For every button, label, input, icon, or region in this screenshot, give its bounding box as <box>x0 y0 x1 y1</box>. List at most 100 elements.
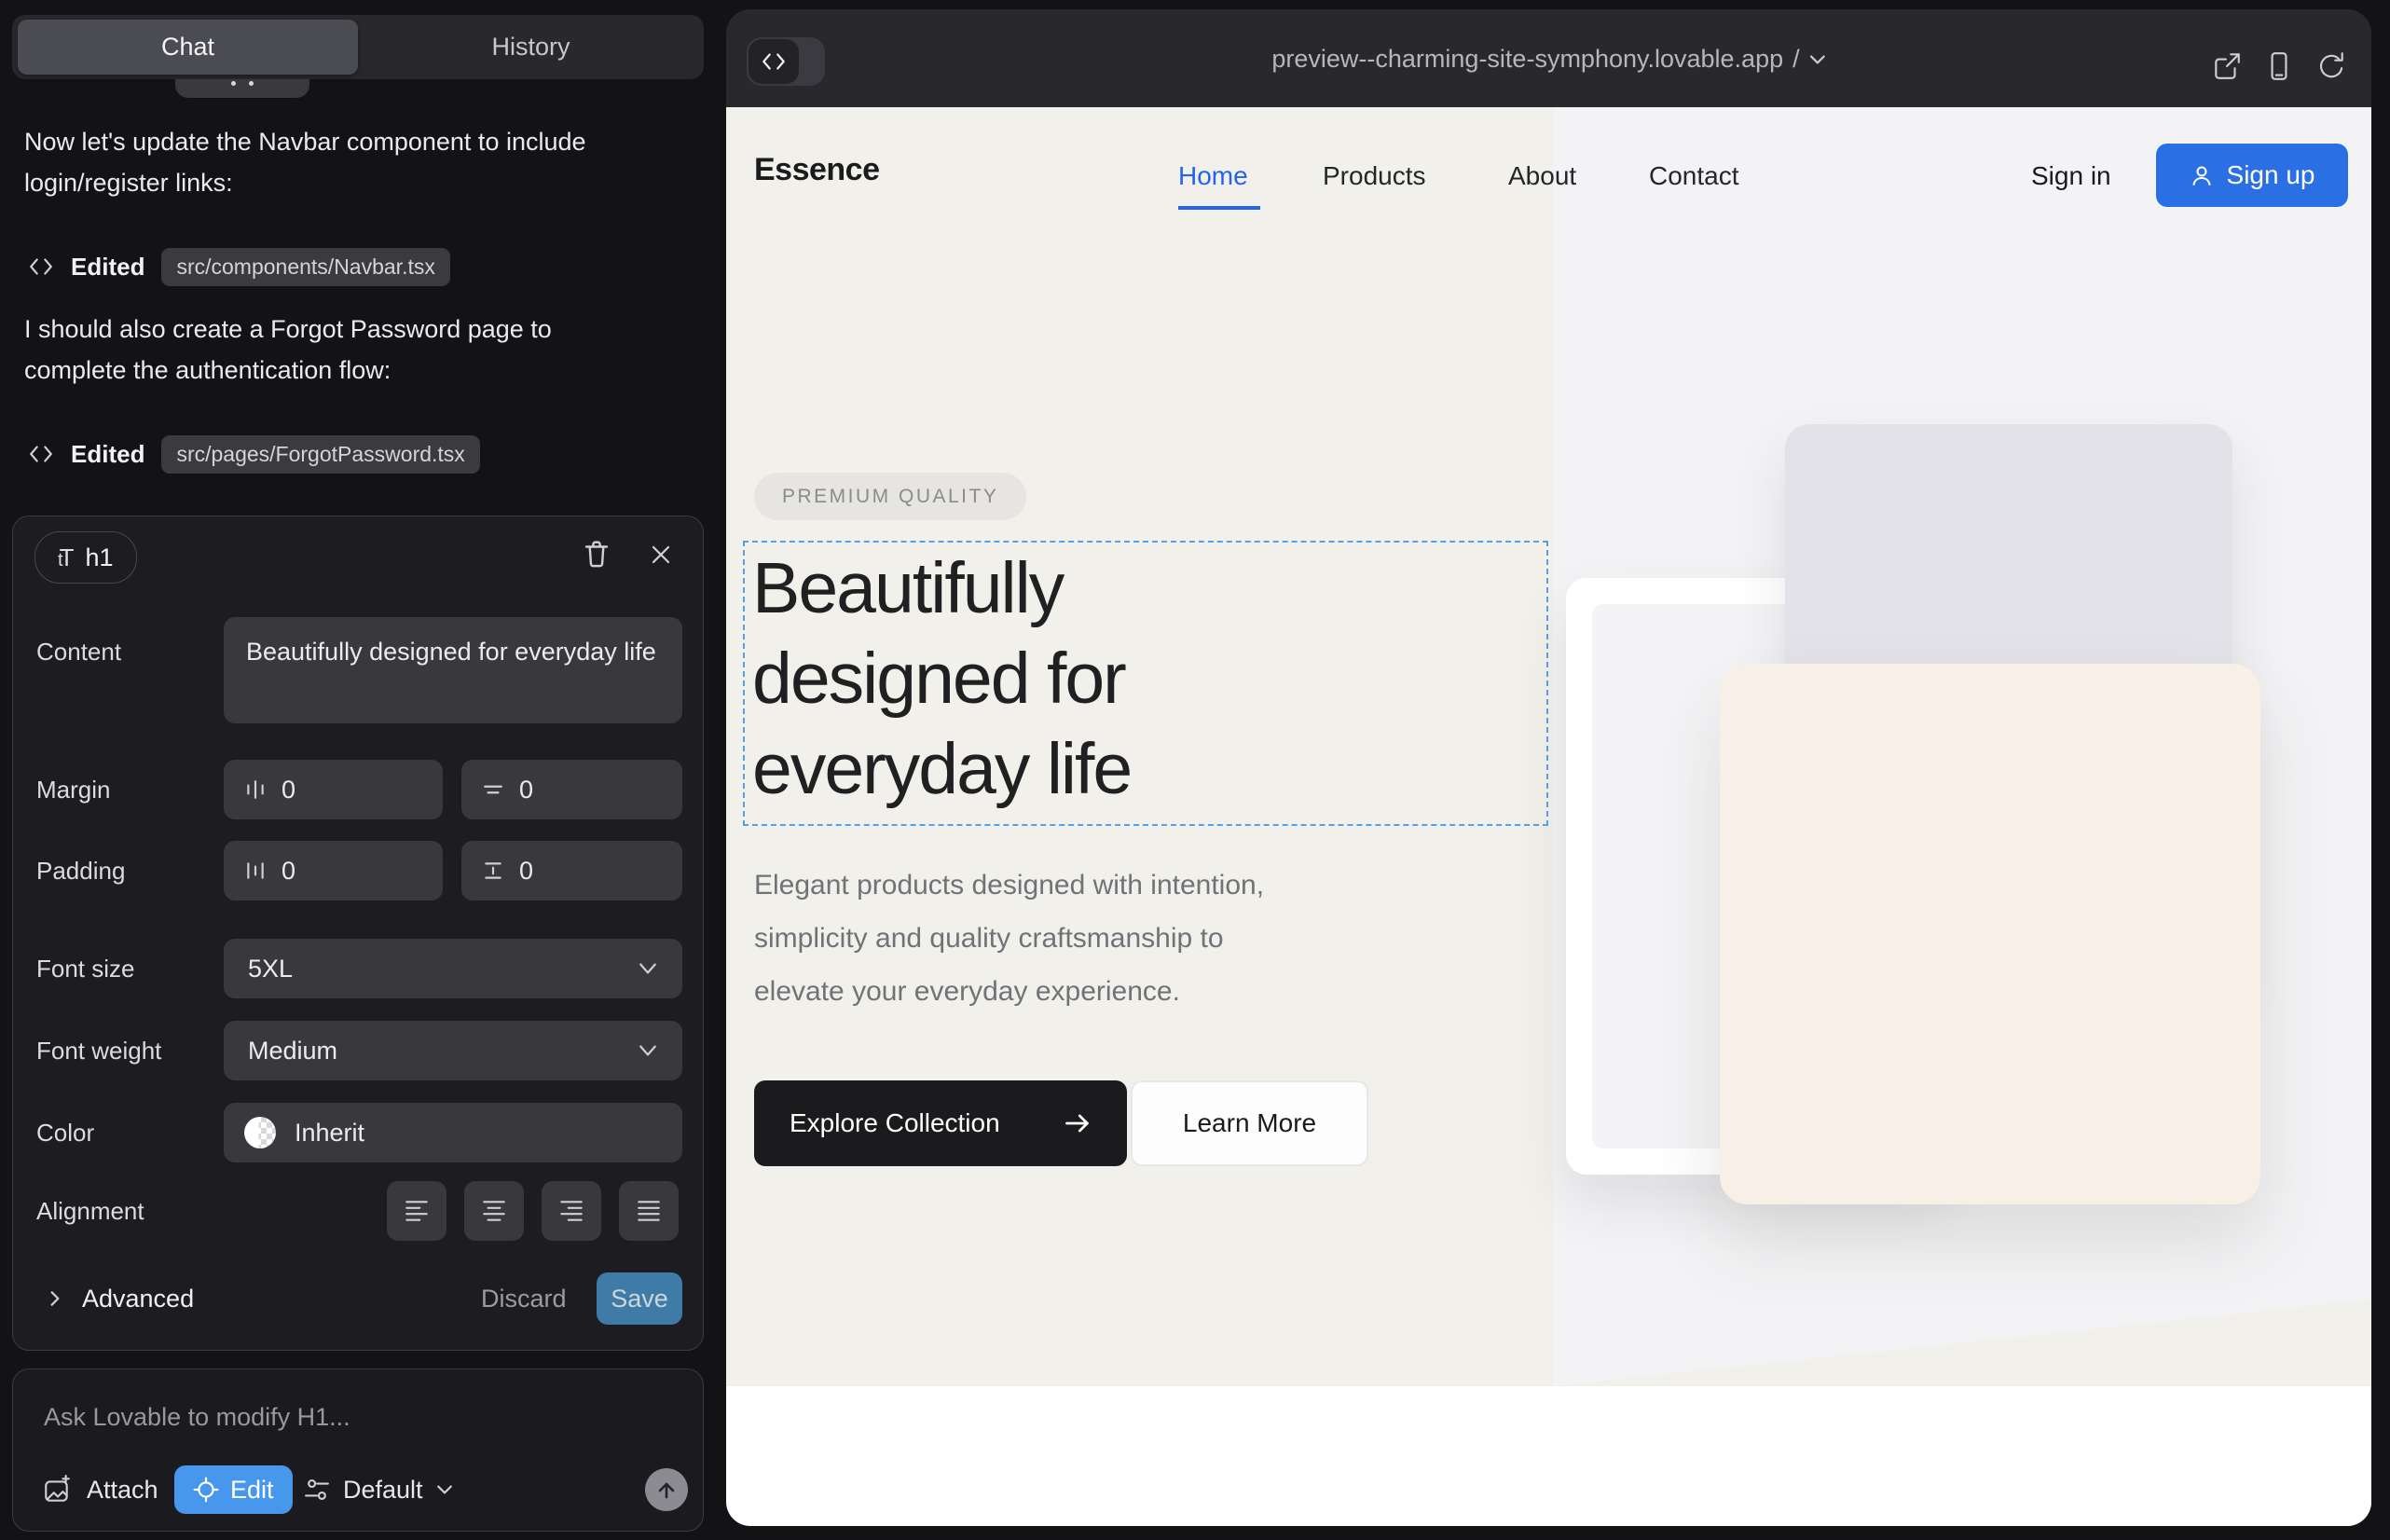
refresh-icon[interactable] <box>2315 50 2347 82</box>
edited-label: Edited <box>71 440 144 469</box>
attach-image-icon <box>42 1475 72 1505</box>
code-icon <box>760 50 788 73</box>
heading-line: everyday life <box>752 724 1131 815</box>
font-weight-select[interactable]: Medium <box>224 1021 682 1080</box>
align-justify-icon <box>635 1197 663 1225</box>
selected-element-chip[interactable]: tT h1 <box>34 531 137 584</box>
url-host: preview--charming-site-symphony.lovable.… <box>1271 45 1783 74</box>
premium-quality-badge: PREMIUM QUALITY <box>754 473 1026 520</box>
hero-paragraph: Elegant products designed with intention… <box>754 859 1264 1018</box>
element-tag: h1 <box>85 543 113 572</box>
site-brand[interactable]: Essence <box>754 152 880 188</box>
code-segment[interactable] <box>749 39 799 84</box>
sliders-icon <box>304 1477 330 1503</box>
nav-home-underline <box>1178 206 1260 210</box>
discard-button[interactable]: Discard <box>481 1272 567 1325</box>
paragraph-line: elevate your everyday experience. <box>754 965 1264 1018</box>
tab-chat[interactable]: Chat <box>18 20 358 75</box>
align-justify-button[interactable] <box>619 1181 679 1241</box>
nav-link-home[interactable]: Home <box>1178 161 1248 191</box>
sign-in-link[interactable]: Sign in <box>2031 161 2111 191</box>
padding-horizontal-icon <box>244 859 267 882</box>
color-label: Color <box>36 1119 94 1148</box>
nav-link-products[interactable]: Products <box>1323 161 1426 191</box>
padding-y-input[interactable]: 0 <box>461 841 682 901</box>
code-icon <box>28 443 54 465</box>
chevron-right-icon <box>47 1289 63 1308</box>
model-default-button[interactable]: Default <box>304 1465 453 1514</box>
advanced-toggle[interactable]: Advanced <box>47 1272 194 1325</box>
font-size-select[interactable]: 5XL <box>224 939 682 998</box>
delete-icon[interactable] <box>581 537 612 572</box>
preview-frame: preview--charming-site-symphony.lovable.… <box>726 9 2371 1526</box>
heading-line: designed for <box>752 634 1131 724</box>
edited-label: Edited <box>71 253 144 282</box>
dot <box>249 81 254 86</box>
chevron-down-icon <box>638 961 658 976</box>
content-textarea[interactable]: Beautifully designed for everyday life <box>224 617 682 723</box>
margin-x-input[interactable]: 0 <box>224 760 443 819</box>
align-left-button[interactable] <box>387 1181 446 1241</box>
arrow-right-icon <box>1064 1111 1092 1135</box>
type-icon: tT <box>58 543 74 572</box>
edited-file-row: Edited src/pages/ForgotPassword.tsx <box>28 433 480 475</box>
send-button[interactable] <box>645 1468 688 1511</box>
chevron-down-icon <box>638 1043 658 1058</box>
padding-label: Padding <box>36 857 125 886</box>
file-pill[interactable]: src/components/Navbar.tsx <box>161 248 449 286</box>
alignment-label: Alignment <box>36 1197 144 1226</box>
assistant-message: I should also create a Forgot Password p… <box>24 309 621 391</box>
chevron-down-icon <box>436 1483 453 1496</box>
font-weight-label: Font weight <box>36 1037 161 1066</box>
nav-link-about[interactable]: About <box>1508 161 1576 191</box>
site-preview: Essence Home Products About Contact Sign… <box>726 107 2371 1526</box>
code-icon <box>28 255 54 278</box>
margin-vertical-icon <box>482 778 504 801</box>
mobile-view-icon[interactable] <box>2263 50 2295 82</box>
chat-history-tabs: Chat History <box>12 15 704 79</box>
align-center-button[interactable] <box>464 1181 524 1241</box>
close-icon[interactable] <box>646 540 676 570</box>
align-right-button[interactable] <box>542 1181 601 1241</box>
font-size-label: Font size <box>36 955 135 983</box>
tab-history[interactable]: History <box>358 15 704 79</box>
user-icon <box>2190 163 2214 187</box>
nav-link-contact[interactable]: Contact <box>1649 161 1739 191</box>
element-editor-panel: tT h1 Content Beautifully designed for e… <box>12 516 704 1351</box>
decor-card-cream <box>1720 664 2260 1204</box>
align-left-icon <box>403 1197 431 1225</box>
open-in-new-icon[interactable] <box>2211 50 2243 82</box>
learn-more-button[interactable]: Learn More <box>1131 1080 1368 1166</box>
save-button[interactable]: Save <box>597 1272 682 1325</box>
url-separator: / <box>1792 45 1800 74</box>
code-preview-toggle[interactable] <box>747 37 825 86</box>
margin-y-input[interactable]: 0 <box>461 760 682 819</box>
paragraph-line: simplicity and quality craftsmanship to <box>754 912 1264 965</box>
sign-up-button[interactable]: Sign up <box>2156 144 2348 207</box>
paragraph-line: Elegant products designed with intention… <box>754 859 1264 912</box>
explore-collection-button[interactable]: Explore Collection <box>754 1080 1127 1166</box>
lovable-editor: Chat History Now let's update the Navbar… <box>0 0 2390 1540</box>
preview-url-dropdown[interactable]: preview--charming-site-symphony.lovable.… <box>1271 45 1825 74</box>
hero-heading[interactable]: Beautifully designed for everyday life <box>752 543 1131 815</box>
target-icon <box>193 1477 219 1503</box>
arrow-up-icon <box>655 1478 678 1501</box>
content-label: Content <box>36 638 121 667</box>
edited-file-row: Edited src/components/Navbar.tsx <box>28 245 450 288</box>
chevron-down-icon <box>1809 53 1826 66</box>
padding-vertical-icon <box>482 859 504 882</box>
heading-line: Beautifully <box>752 543 1131 634</box>
assistant-message: Now let's update the Navbar component to… <box>24 121 621 203</box>
padding-x-input[interactable]: 0 <box>224 841 443 901</box>
dot <box>231 81 236 86</box>
scrolled-pill <box>175 79 309 98</box>
color-select[interactable]: Inherit <box>224 1103 682 1162</box>
file-pill[interactable]: src/pages/ForgotPassword.tsx <box>161 435 479 474</box>
color-swatch <box>244 1117 276 1148</box>
prompt-box: Ask Lovable to modify H1... Attach Edit <box>12 1368 704 1532</box>
prompt-input[interactable]: Ask Lovable to modify H1... <box>44 1403 350 1432</box>
margin-label: Margin <box>36 776 110 804</box>
attach-button[interactable]: Attach <box>42 1465 158 1514</box>
edit-mode-button[interactable]: Edit <box>174 1465 293 1514</box>
align-right-icon <box>557 1197 585 1225</box>
